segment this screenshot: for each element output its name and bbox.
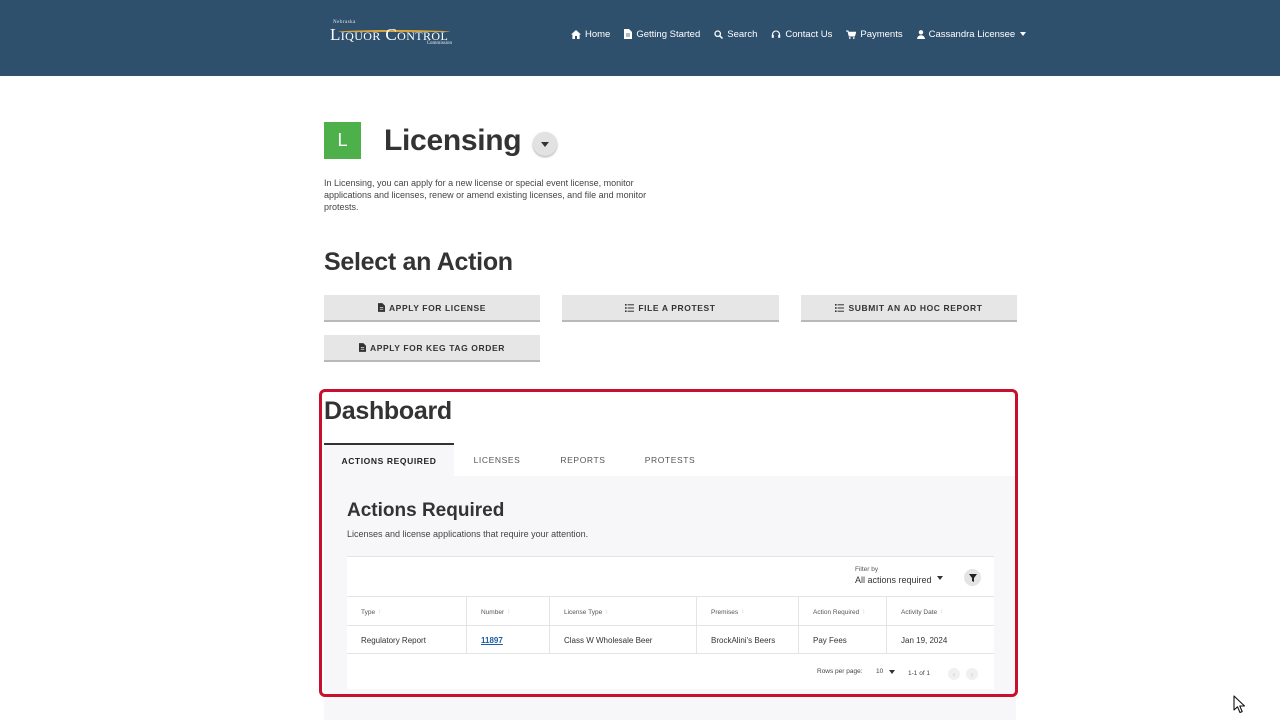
submit-ad-hoc-report-label: SUBMIT AN AD HOC REPORT xyxy=(848,302,983,313)
list-icon xyxy=(625,303,635,312)
nav-contact-us[interactable]: Contact Us xyxy=(771,29,832,40)
licensing-badge: L xyxy=(324,122,361,159)
logo-bottom-text: Commission xyxy=(426,41,452,46)
page-title: Licensing xyxy=(384,124,522,157)
file-a-protest-label: FILE A PROTEST xyxy=(638,302,716,313)
home-icon xyxy=(571,29,581,39)
search-icon xyxy=(714,29,724,39)
nav-payments-label: Payments xyxy=(860,28,903,40)
document-icon xyxy=(377,303,385,312)
liquor-control-logo[interactable]: Nebraska Liquor Control Commission xyxy=(330,18,454,48)
document-icon xyxy=(358,343,366,352)
apply-for-keg-tag-order-button[interactable]: APPLY FOR KEG TAG ORDER xyxy=(324,335,540,362)
user-icon xyxy=(916,29,925,39)
licensing-description: In Licensing, you can apply for a new li… xyxy=(324,178,647,212)
nav-getting-started-label: Getting Started xyxy=(636,28,701,40)
nav-search-label: Search xyxy=(727,28,758,40)
nav-search[interactable]: Search xyxy=(714,29,757,40)
dashboard-highlight-frame xyxy=(319,389,1018,697)
nav-user-menu[interactable]: Cassandra Licensee xyxy=(916,28,1027,40)
chevron-down-icon xyxy=(541,141,549,147)
nav-getting-started[interactable]: Getting Started xyxy=(624,29,700,40)
nav-home-label: Home xyxy=(585,28,611,40)
submit-ad-hoc-report-button[interactable]: SUBMIT AN AD HOC REPORT xyxy=(801,295,1017,322)
apply-for-keg-tag-order-label: APPLY FOR KEG TAG ORDER xyxy=(369,342,506,353)
apply-for-license-label: APPLY FOR LICENSE xyxy=(388,302,487,313)
cart-icon xyxy=(846,29,857,39)
mouse-cursor-icon xyxy=(1233,695,1246,714)
headset-icon xyxy=(772,29,781,38)
nav-contact-us-label: Contact Us xyxy=(785,28,833,40)
select-action-heading: Select an Action xyxy=(324,248,513,276)
licensing-dropdown-button[interactable] xyxy=(533,132,557,156)
apply-for-license-button[interactable]: APPLY FOR LICENSE xyxy=(324,295,540,322)
file-a-protest-button[interactable]: FILE A PROTEST xyxy=(562,295,779,322)
nav-user-label: Cassandra Licensee xyxy=(928,28,1016,40)
list-icon xyxy=(835,303,845,312)
main-nav: Home Getting Started Search Contact Us P… xyxy=(571,27,1040,41)
chevron-down-icon xyxy=(1020,32,1027,36)
nav-home[interactable]: Home xyxy=(571,29,610,40)
top-navigation-bar: Nebraska Liquor Control Commission Home … xyxy=(0,0,1280,76)
document-icon xyxy=(624,29,633,39)
nav-payments[interactable]: Payments xyxy=(846,28,903,40)
